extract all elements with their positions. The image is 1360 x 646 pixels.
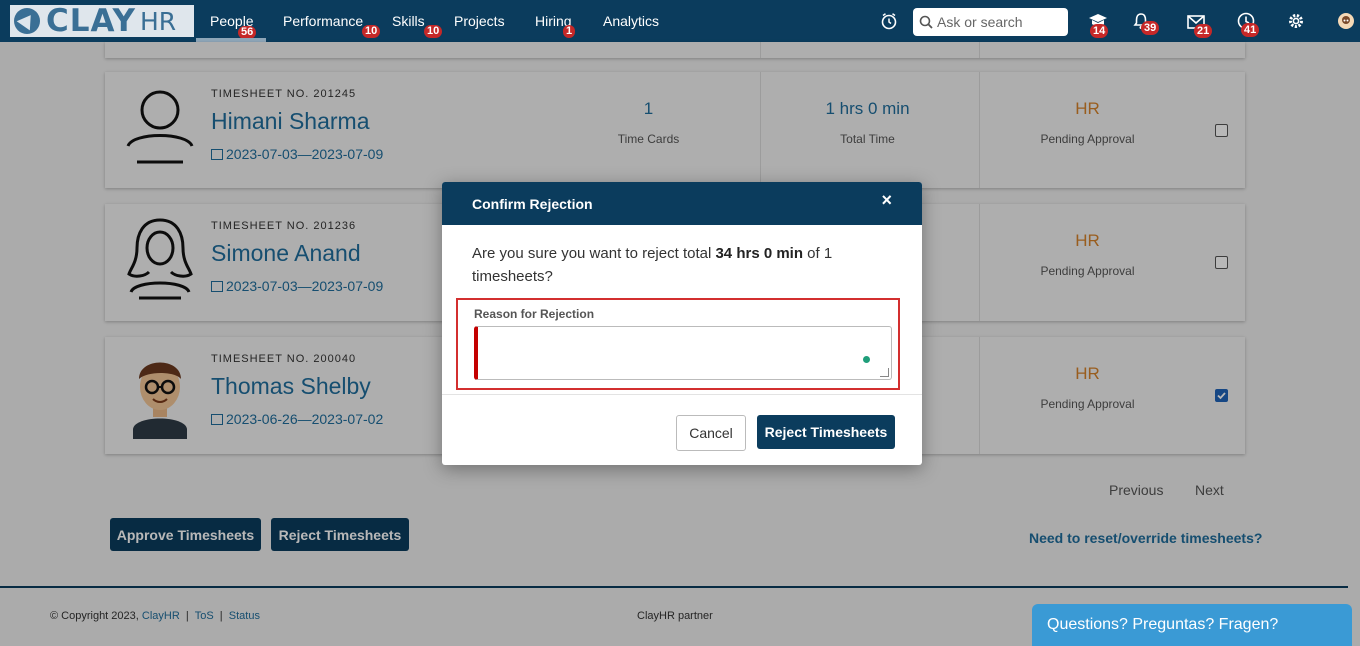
search-icon [919,15,933,29]
reason-label: Reason for Rejection [474,307,595,321]
nav-analytics[interactable]: Analytics [603,13,659,29]
learning-badge: 14 [1090,24,1109,38]
nav-skills-badge: 10 [424,25,443,38]
search-input[interactable]: Ask or search [913,8,1068,36]
message-total-hours: 34 hrs 0 min [715,245,804,262]
nav-performance-badge: 10 [362,25,381,38]
modal-message: Are you sure you want to reject total 34… [472,242,882,288]
close-icon[interactable]: × [881,190,892,211]
top-navbar: CLAY HR People 56 Performance 10 Skills … [0,0,1360,42]
resize-handle-icon[interactable] [880,368,889,377]
modal-header: Confirm Rejection × [442,182,922,225]
help-badge: 41 [1241,23,1260,37]
user-avatar-icon[interactable] [1337,12,1355,35]
modal-footer-divider [442,394,922,395]
cancel-button[interactable]: Cancel [676,415,746,451]
nav-skills[interactable]: Skills [392,13,425,29]
nav-projects[interactable]: Projects [454,13,505,29]
message-text: Are you sure you want to reject total [472,245,716,262]
nav-performance[interactable]: Performance [283,13,363,29]
search-placeholder: Ask or search [937,14,1023,30]
confirm-reject-button[interactable]: Reject Timesheets [757,415,895,449]
logo-text-clay: CLAY [46,3,136,39]
reason-field-highlight: Reason for Rejection [456,298,900,390]
grammar-check-icon[interactable] [863,356,870,363]
mail-badge: 21 [1194,24,1213,38]
help-chat-button[interactable]: Questions? Preguntas? Fragen? [1032,604,1352,646]
modal-title: Confirm Rejection [472,195,593,212]
logo-text-hr: HR [139,6,177,36]
gear-icon[interactable] [1287,12,1305,35]
clock-icon[interactable] [880,12,898,35]
clayhr-logo[interactable]: CLAY HR [10,3,194,39]
reason-textarea[interactable] [474,326,892,380]
logo-mark-icon [14,8,40,34]
bell-badge: 39 [1141,21,1160,35]
nav-hiring-badge: 1 [563,25,576,38]
confirm-rejection-modal: Confirm Rejection × Are you sure you wan… [442,182,922,465]
